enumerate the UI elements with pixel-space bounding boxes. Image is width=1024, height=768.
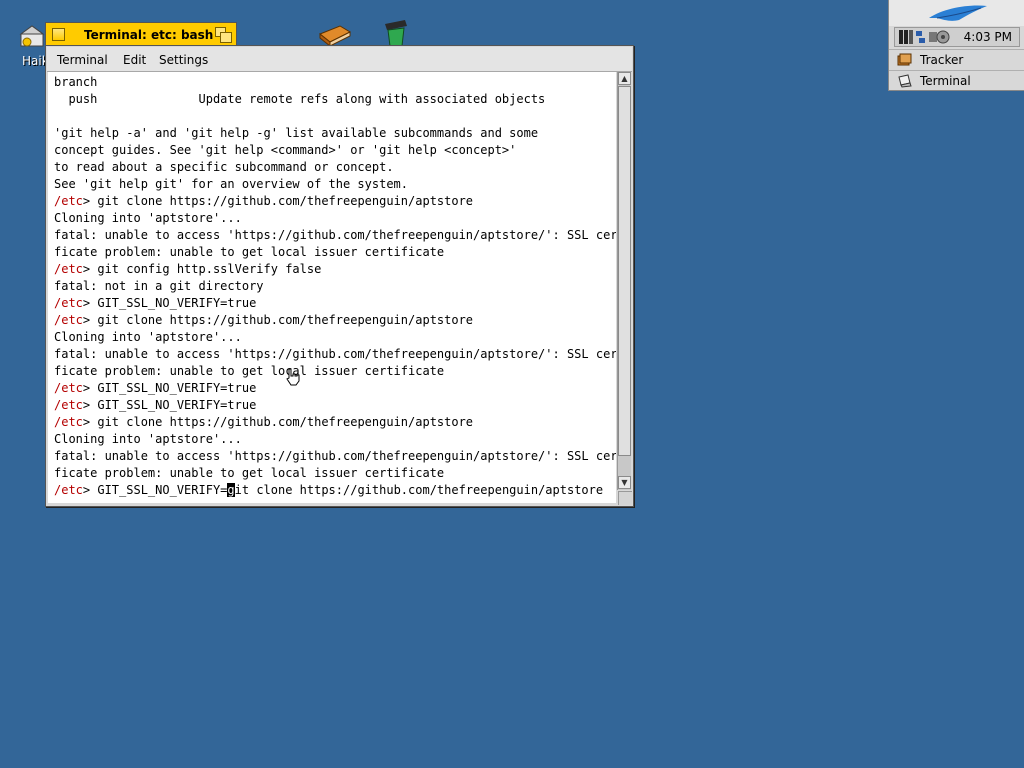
line-text: > git config http.sslVerify false xyxy=(82,262,322,276)
terminal-line: ficate problem: unable to get local issu… xyxy=(54,363,444,380)
home-disk-icon[interactable] xyxy=(18,22,46,50)
terminal-line: concept guides. See 'git help <command>'… xyxy=(54,142,516,159)
terminal-line: Cloning into 'aptstore'... xyxy=(54,329,242,346)
terminal-line: ficate problem: unable to get local issu… xyxy=(54,244,444,261)
terminal-line: 'git help -a' and 'git help -g' list ava… xyxy=(54,125,538,142)
prompt-path: /etc xyxy=(54,296,83,310)
line-text: ficate problem: unable to get local issu… xyxy=(54,466,445,480)
line-text: Cloning into 'aptstore'... xyxy=(54,330,242,344)
prompt-path: /etc xyxy=(54,415,83,429)
terminal-line: See 'git help git' for an overview of th… xyxy=(54,176,408,193)
terminal-view[interactable]: branch push Update remote refs along wit… xyxy=(48,72,616,503)
vertical-scrollbar[interactable]: ▲ ▼ xyxy=(617,72,631,490)
deskbar-app-terminal[interactable]: Terminal xyxy=(889,70,1024,91)
window-title: Terminal: etc: bash xyxy=(84,28,214,42)
text-cursor: g xyxy=(227,483,235,497)
line-text: See 'git help git' for an overview of th… xyxy=(54,177,409,191)
resize-grip-icon[interactable] xyxy=(618,491,632,505)
terminal-line: /etc> git clone https://github.com/thefr… xyxy=(54,414,473,431)
line-text: > GIT_SSL_NO_VERIFY=true xyxy=(82,398,257,412)
deskbar: 4:03 PM Tracker Terminal xyxy=(888,0,1024,91)
line-text: ficate problem: unable to get local issu… xyxy=(54,245,445,259)
line-text: push Update remote refs along with assoc… xyxy=(54,92,546,106)
terminal-line: to read about a specific subcommand or c… xyxy=(54,159,394,176)
prompt-path: /etc xyxy=(54,194,83,208)
line-text: concept guides. See 'git help <command>'… xyxy=(54,143,517,157)
line-text: > git clone https://github.com/thefreepe… xyxy=(82,313,474,327)
line-text: Cloning into 'aptstore'... xyxy=(54,211,242,225)
prompt-path: /etc xyxy=(54,262,83,276)
tray-icons[interactable] xyxy=(898,28,968,46)
input-text-before-cursor: > GIT_SSL_NO_VERIFY= xyxy=(82,483,228,497)
close-icon[interactable] xyxy=(52,28,65,41)
terminal-line: Cloning into 'aptstore'... xyxy=(54,431,242,448)
line-text: > git clone https://github.com/thefreepe… xyxy=(82,415,474,429)
terminal-line: fatal: unable to access 'https://github.… xyxy=(54,448,616,465)
terminal-input-line[interactable]: /etc> GIT_SSL_NO_VERIFY=git clone https:… xyxy=(54,482,603,499)
line-text: fatal: unable to access 'https://github.… xyxy=(54,449,616,463)
terminal-line: fatal: not in a git directory xyxy=(54,278,264,295)
terminal-line: /etc> git clone https://github.com/thefr… xyxy=(54,312,473,329)
line-text: 'git help -a' and 'git help -g' list ava… xyxy=(54,126,539,140)
haiku-logo-icon[interactable] xyxy=(889,0,1024,26)
terminal-icon xyxy=(898,74,912,88)
deskbar-app-label: Terminal xyxy=(920,74,971,88)
scroll-down-icon[interactable]: ▼ xyxy=(618,476,631,489)
line-text: fatal: unable to access 'https://github.… xyxy=(54,347,616,361)
terminal-line: branch xyxy=(54,74,97,91)
terminal-line: ficate problem: unable to get local issu… xyxy=(54,465,444,482)
line-text: branch xyxy=(54,75,98,89)
window-tab[interactable]: Terminal: etc: bash xyxy=(45,22,237,47)
menu-settings[interactable]: Settings xyxy=(159,53,208,67)
clock[interactable]: 4:03 PM xyxy=(964,30,1012,44)
mouse-pointer-icon xyxy=(283,367,303,387)
terminal-line: push Update remote refs along with assoc… xyxy=(54,91,545,108)
scroll-thumb[interactable] xyxy=(618,86,631,456)
input-text-after-cursor: it clone https://github.com/thefreepengu… xyxy=(234,483,604,497)
terminal-line: fatal: unable to access 'https://github.… xyxy=(54,227,616,244)
prompt-path: /etc xyxy=(54,381,83,395)
terminal-line: /etc> GIT_SSL_NO_VERIFY=true xyxy=(54,397,256,414)
terminal-line: /etc> git config http.sslVerify false xyxy=(54,261,321,278)
tracker-icon xyxy=(897,53,912,66)
trash-icon[interactable] xyxy=(381,18,409,48)
terminal-window: Terminal Edit Settings branch push Updat… xyxy=(45,45,634,507)
terminal-line: /etc> git clone https://github.com/thefr… xyxy=(54,193,473,210)
prompt-path: /etc xyxy=(54,483,83,497)
line-text: to read about a specific subcommand or c… xyxy=(54,160,394,174)
line-text: fatal: unable to access 'https://github.… xyxy=(54,228,616,242)
terminal-line: Cloning into 'aptstore'... xyxy=(54,210,242,227)
line-text: > GIT_SSL_NO_VERIFY=true xyxy=(82,381,257,395)
prompt-path: /etc xyxy=(54,398,83,412)
zoom-icon[interactable] xyxy=(215,27,232,43)
line-text: fatal: not in a git directory xyxy=(54,279,264,293)
prompt-path: /etc xyxy=(54,313,83,327)
terminal-line: /etc> GIT_SSL_NO_VERIFY=true xyxy=(54,295,256,312)
line-text: ficate problem: unable to get local issu… xyxy=(54,364,445,378)
menu-edit[interactable]: Edit xyxy=(123,53,146,67)
deskbar-app-label: Tracker xyxy=(920,53,964,67)
terminal-line: fatal: unable to access 'https://github.… xyxy=(54,346,616,363)
home-disk-label: Haiku xyxy=(22,54,46,68)
line-text: > git clone https://github.com/thefreepe… xyxy=(82,194,474,208)
system-tray: 4:03 PM xyxy=(894,27,1020,47)
menu-bar: Terminal Edit Settings xyxy=(47,47,632,72)
line-text: > GIT_SSL_NO_VERIFY=true xyxy=(82,296,257,310)
deskbar-app-tracker[interactable]: Tracker xyxy=(889,49,1024,70)
scroll-up-icon[interactable]: ▲ xyxy=(618,72,631,85)
menu-terminal[interactable]: Terminal xyxy=(57,53,108,67)
terminal-line: /etc> GIT_SSL_NO_VERIFY=true xyxy=(54,380,256,397)
line-text: Cloning into 'aptstore'... xyxy=(54,432,242,446)
